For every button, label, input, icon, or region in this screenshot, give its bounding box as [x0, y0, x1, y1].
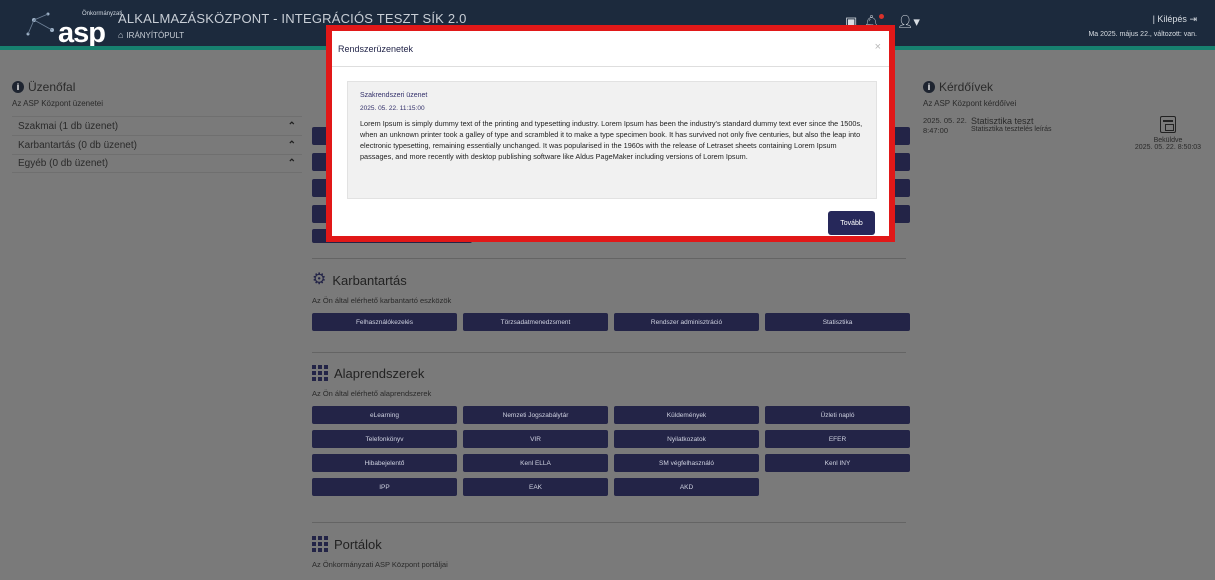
- elearning-button[interactable]: eLearning: [312, 406, 457, 424]
- surveys-title-text: Kérdőívek: [939, 80, 994, 94]
- portals-heading: Portálok: [312, 536, 910, 552]
- eak-button[interactable]: EAK: [463, 478, 608, 496]
- home-icon: ⌂: [118, 30, 124, 40]
- calendar-check-icon: [1160, 116, 1176, 133]
- grid-icon: [312, 365, 328, 381]
- declarations-button[interactable]: Nyilatkozatok: [614, 430, 759, 448]
- chevron-up-icon: ⌃: [287, 120, 296, 132]
- system-admin-button[interactable]: Rendszer adminisztráció: [614, 313, 759, 331]
- core-systems-heading: Alaprendszerek: [312, 365, 910, 381]
- legislation-button[interactable]: Nemzeti Jogszabálytár: [463, 406, 608, 424]
- info-icon: i: [12, 81, 24, 93]
- sm-end-user-button[interactable]: SM végfelhasználó: [614, 454, 759, 472]
- core-systems-section: Alaprendszerek Az Ön által elérhető alap…: [312, 365, 910, 496]
- sent-date: 2025. 05. 22. 8:50:03: [1134, 144, 1202, 151]
- efer-button[interactable]: EFER: [765, 430, 910, 448]
- accordion-label: Karbantartás (0 db üzenet): [18, 139, 137, 151]
- grid-icon: [312, 536, 328, 552]
- logout-label: | Kilépés: [1152, 14, 1187, 24]
- message-board-panel: i Üzenőfal Az ASP Központ üzenetei Szakm…: [12, 80, 302, 173]
- maintenance-section: ⚙ Karbantartás Az Ön által elérhető karb…: [312, 272, 910, 331]
- message-title: Szakrendszeri üzenet: [360, 92, 428, 99]
- consignments-button[interactable]: Küldemények: [614, 406, 759, 424]
- surveys-panel: i Kérdőívek Az ASP Központ kérdőívei 202…: [923, 80, 1208, 151]
- modal-header: Rendszerüzenetek ×: [332, 31, 889, 67]
- notification-dot: [878, 14, 884, 19]
- survey-description: Statisztika tesztelés leírás: [971, 126, 1052, 133]
- logo-graphic-icon: [26, 12, 54, 36]
- message-date: 2025. 05. 22. 11:15:00: [360, 105, 425, 112]
- message-board-title: i Üzenőfal: [12, 80, 302, 94]
- user-icon[interactable]: 👤︎▾: [897, 14, 920, 29]
- portals-subtitle: Az Önkormányzati ASP Központ portáljai: [312, 560, 448, 569]
- bug-report-button[interactable]: Hibabejelentő: [312, 454, 457, 472]
- maintenance-heading: ⚙ Karbantartás: [312, 272, 910, 288]
- info-icon: i: [923, 81, 935, 93]
- survey-title: Statisztika teszt: [971, 116, 1034, 126]
- breadcrumb[interactable]: ⌂ IRÁNYÍTÓPULT: [118, 30, 184, 40]
- maintenance-buttons: Felhasználókezelés Törzsadatmenedzsment …: [312, 313, 910, 331]
- core-systems-buttons: eLearning Nemzeti Jogszabálytár Küldemén…: [312, 406, 910, 496]
- section-divider: [312, 352, 906, 353]
- accordion-item-professional[interactable]: Szakmai (1 db üzenet) ⌃: [12, 116, 302, 135]
- gear-icon: ⚙: [312, 271, 327, 288]
- system-messages-modal: Rendszerüzenetek × Szakrendszeri üzenet …: [326, 25, 895, 242]
- chevron-up-icon: ⌃: [287, 139, 296, 151]
- logout-link[interactable]: | Kilépés ⇥: [1153, 14, 1197, 25]
- app-title: ALKALMAZÁSKÖZPONT - INTEGRÁCIÓS TESZT SÍ…: [118, 11, 467, 26]
- message-board-title-text: Üzenőfal: [28, 80, 76, 94]
- survey-sent-status: Beküldve 2025. 05. 22. 8:50:03: [1128, 116, 1208, 151]
- accordion-item-other[interactable]: Egyéb (0 db üzenet) ⌃: [12, 154, 302, 173]
- message-box: Szakrendszeri üzenet 2025. 05. 22. 11:15…: [347, 81, 877, 199]
- business-log-button[interactable]: Üzleti napló: [765, 406, 910, 424]
- phonebook-button[interactable]: Telefonkönyv: [312, 430, 457, 448]
- core-systems-title: Alaprendszerek: [334, 365, 425, 381]
- vir-button[interactable]: VIR: [463, 430, 608, 448]
- maintenance-subtitle: Az Ön által elérhető karbantartó eszközö…: [312, 296, 452, 305]
- user-management-button[interactable]: Felhasználókezelés: [312, 313, 457, 331]
- chevron-up-icon: ⌃: [287, 158, 296, 169]
- next-button[interactable]: Tovább: [828, 211, 875, 235]
- statistics-button[interactable]: Statisztika: [765, 313, 910, 331]
- ipp-button[interactable]: IPP: [312, 478, 457, 496]
- portals-section: Portálok Az Önkormányzati ASP Központ po…: [312, 536, 910, 569]
- surveys-subtitle: Az ASP Központ kérdőívei: [923, 99, 1017, 108]
- survey-date: 2025. 05. 22. 8:47:00: [923, 116, 967, 135]
- close-icon[interactable]: ×: [875, 41, 881, 53]
- breadcrumb-label: IRÁNYÍTÓPULT: [126, 31, 185, 40]
- message-body: Lorem Ipsum is simply dummy text of the …: [360, 119, 863, 161]
- akd-button[interactable]: AKD: [614, 478, 759, 496]
- asp-logo[interactable]: Önkormányzati asp: [22, 8, 122, 48]
- portals-title: Portálok: [334, 536, 382, 552]
- logo-text: asp: [58, 17, 106, 49]
- logout-icon: ⇥: [1189, 14, 1197, 24]
- section-divider: [312, 258, 906, 259]
- modal-title: Rendszerüzenetek: [338, 44, 414, 54]
- core-systems-subtitle: Az Ön által elérhető alaprendszerek: [312, 389, 432, 398]
- master-data-button[interactable]: Törzsadatmenedzsment: [463, 313, 608, 331]
- kenl-iny-button[interactable]: Kenl INY: [765, 454, 910, 472]
- message-board-subtitle: Az ASP Központ üzenetei: [12, 99, 104, 108]
- accordion-item-maintenance[interactable]: Karbantartás (0 db üzenet) ⌃: [12, 135, 302, 154]
- accordion-label: Szakmai (1 db üzenet): [18, 120, 119, 132]
- accordion-label: Egyéb (0 db üzenet): [18, 158, 109, 169]
- kenl-ella-button[interactable]: Kenl ELLA: [463, 454, 608, 472]
- session-info: Ma 2025. május 22., változott: van.: [1088, 31, 1197, 38]
- maintenance-title: Karbantartás: [332, 272, 407, 288]
- surveys-title: i Kérdőívek: [923, 80, 1208, 94]
- sent-label: Beküldve: [1153, 137, 1183, 144]
- section-divider: [312, 522, 906, 523]
